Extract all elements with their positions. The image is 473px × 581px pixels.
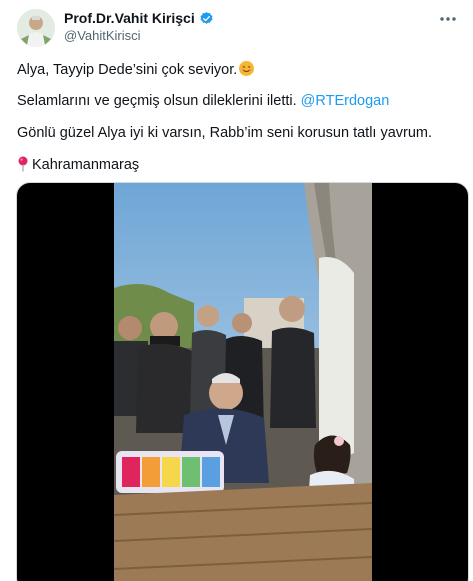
tweet-text-line-4: Kahramanmaraş (17, 156, 139, 173)
author-handle[interactable]: @VahitKirisci (64, 28, 141, 43)
tweet-text-line-1: Alya, Tayyip Dede’sini çok seviyor. (17, 61, 255, 78)
video-thumbnail (114, 183, 372, 581)
verified-badge-icon (200, 11, 213, 24)
author-display-name[interactable]: Prof.Dr.Vahit Kirişci (64, 10, 195, 26)
video-frame[interactable] (114, 183, 372, 581)
mention-link[interactable]: @RTErdogan (301, 93, 390, 109)
tweet-card[interactable]: Prof.Dr.Vahit Kirişci @VahitKirisci Alya… (0, 0, 473, 581)
tweet-text-line-2-content: Selamlarını ve geçmiş olsun dileklerini … (17, 93, 301, 109)
video-player[interactable] (16, 182, 469, 581)
tweet-text-line-3: Gönlü güzel Alya iyi ki varsın, Rabb’im … (17, 125, 433, 141)
location-pin-icon (18, 156, 28, 172)
more-icon[interactable] (437, 10, 459, 28)
tweet-text-line-1-content: Alya, Tayyip Dede’sini çok seviyor. (17, 62, 238, 78)
location-label: Kahramanmaraş (32, 157, 140, 173)
tweet-text-line-2: Selamlarını ve geçmiş olsun dileklerini … (17, 93, 389, 109)
avatar[interactable] (17, 9, 55, 47)
smiling-face-emoji-icon (239, 61, 255, 76)
